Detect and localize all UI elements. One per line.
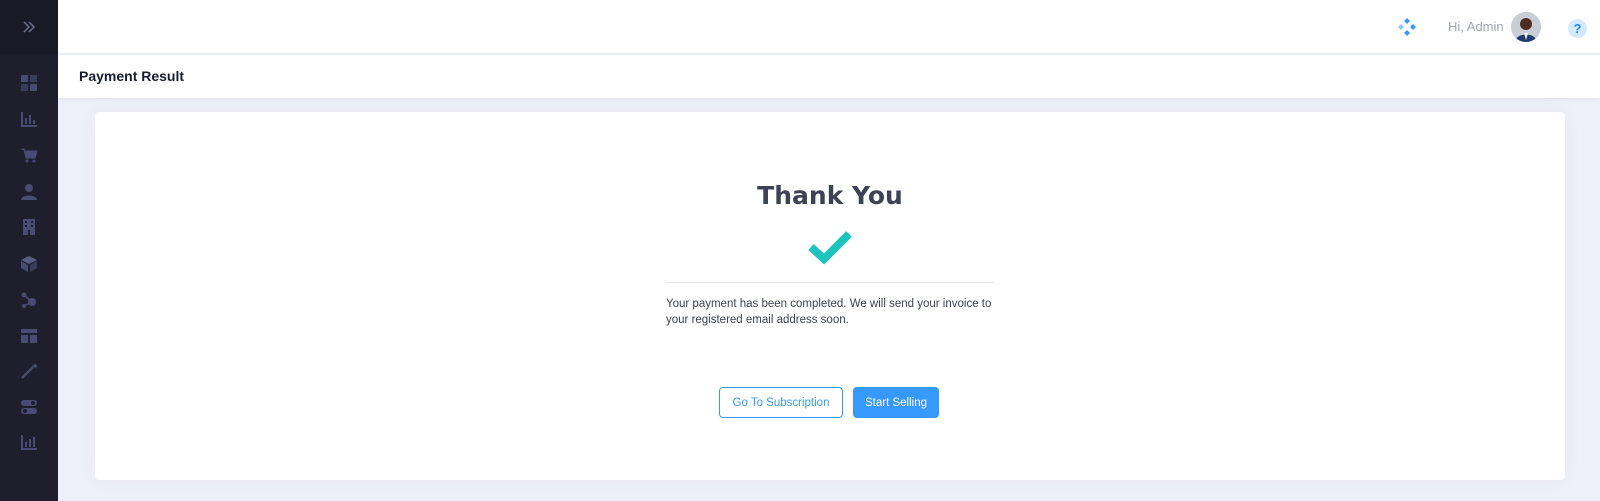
sidebar-item-stores[interactable] — [9, 213, 49, 241]
toggle-icon — [21, 400, 37, 414]
sidebar-item-layout[interactable] — [9, 322, 49, 350]
analytics-icon — [21, 435, 37, 450]
sidebar-item-dashboard[interactable] — [9, 69, 49, 97]
sidebar-item-products[interactable] — [9, 250, 49, 278]
thank-you-heading: Thank You — [757, 181, 903, 210]
go-to-subscription-button[interactable]: Go To Subscription — [719, 387, 843, 418]
subheader: Payment Result — [58, 55, 1600, 98]
payment-result-card: Thank You Your payment has been complete… — [95, 112, 1565, 480]
divider — [666, 282, 994, 283]
brand-logo[interactable] — [1397, 17, 1417, 37]
avatar-image — [1511, 12, 1541, 42]
user-icon — [21, 184, 37, 200]
sidebar-item-settings[interactable] — [9, 393, 49, 421]
help-button[interactable]: ? — [1568, 19, 1587, 38]
sidebar-item-customers[interactable] — [9, 178, 49, 206]
page-title: Payment Result — [79, 68, 185, 84]
sidebar-item-integrations[interactable] — [9, 286, 49, 314]
dashboard-icon — [21, 75, 37, 91]
user-greeting[interactable]: Hi, Admin — [1448, 19, 1504, 34]
avatar[interactable] — [1511, 12, 1541, 42]
building-icon — [23, 219, 35, 235]
sidebar-item-reports[interactable] — [9, 105, 49, 133]
topbar: Hi, Admin ? — [58, 0, 1600, 54]
diamond-logo-icon — [1398, 18, 1416, 36]
start-selling-button[interactable]: Start Selling — [853, 387, 939, 418]
bar-chart-icon — [21, 112, 37, 127]
sidebar-item-tools[interactable] — [9, 357, 49, 385]
double-chevron-right-icon — [23, 21, 36, 33]
magic-wand-icon — [21, 363, 38, 379]
sidebar-item-analytics[interactable] — [9, 428, 49, 456]
sidebar-toggle-button[interactable] — [0, 0, 58, 54]
box-icon — [21, 256, 37, 272]
payment-message: Your payment has been completed. We will… — [666, 298, 992, 326]
check-icon — [808, 231, 852, 265]
cart-icon — [21, 148, 38, 163]
sidebar-item-orders[interactable] — [9, 141, 49, 169]
network-icon — [21, 292, 36, 308]
sidebar — [0, 0, 58, 501]
layout-icon — [21, 329, 37, 343]
